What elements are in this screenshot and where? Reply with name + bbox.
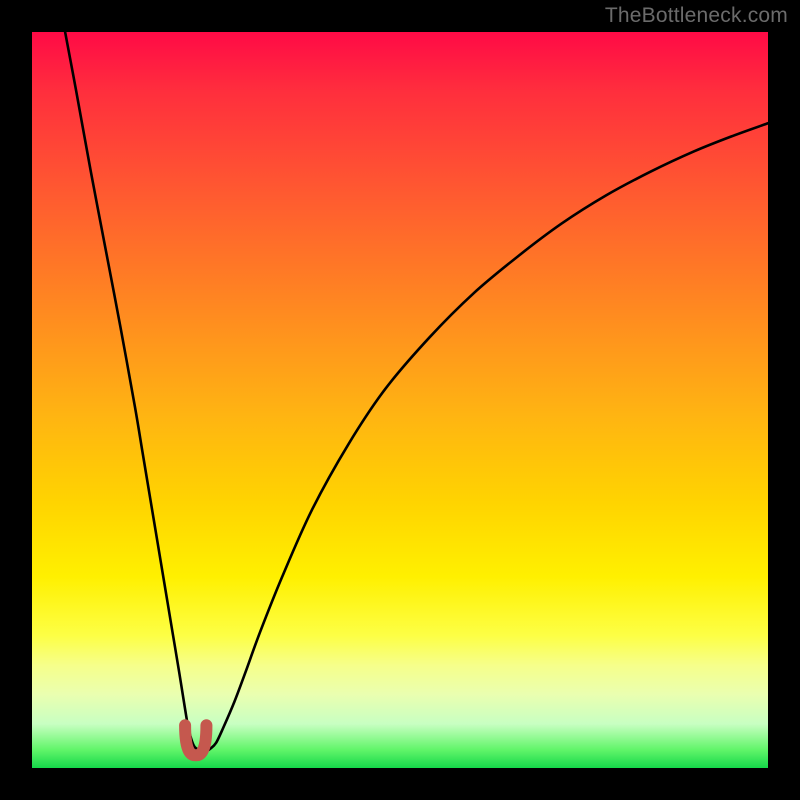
plot-area [32,32,768,768]
chart-svg [32,32,768,768]
watermark-text: TheBottleneck.com [605,4,788,28]
dip-marker [185,725,206,755]
bottleneck-curve [65,32,768,752]
